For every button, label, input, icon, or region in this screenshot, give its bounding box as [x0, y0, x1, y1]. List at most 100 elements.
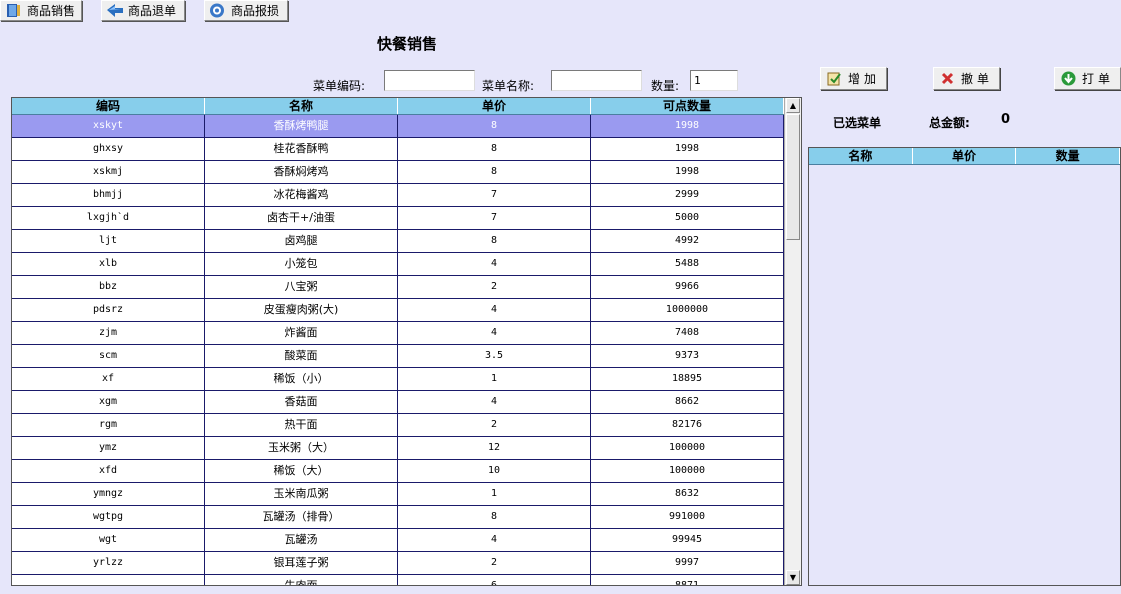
cell-price: 3.5 [398, 345, 591, 367]
return-icon [106, 3, 123, 18]
print-order-button[interactable]: 打单 [1054, 67, 1121, 90]
selected-column-qty[interactable]: 数量 [1016, 148, 1121, 164]
code-label: 菜单编码: [313, 79, 366, 93]
cell-name: 香菇面 [205, 391, 398, 413]
cell-available-qty: 5488 [591, 253, 784, 275]
table-row[interactable]: yrlzz 银耳莲子粥 2 9997 [12, 552, 784, 575]
cell-name: 银耳莲子粥 [205, 552, 398, 574]
table-row[interactable]: rgm 热干面 2 82176 [12, 414, 784, 437]
cell-price: 4 [398, 299, 591, 321]
product-damage-button[interactable]: 商品报损 [204, 0, 288, 21]
cell-code: xskyt [12, 115, 205, 137]
code-input[interactable] [384, 70, 475, 91]
cell-price: 2 [398, 414, 591, 436]
table-row[interactable]: lxgjh`d 卤杏干+/油蛋 7 5000 [12, 207, 784, 230]
cell-price: 8 [398, 230, 591, 252]
table-row[interactable]: bbz 八宝粥 2 9966 [12, 276, 784, 299]
product-return-button[interactable]: 商品退单 [101, 0, 185, 21]
cell-code: xfd [12, 460, 205, 482]
name-input[interactable] [551, 70, 642, 91]
download-arrow-icon [1061, 71, 1076, 86]
scroll-thumb[interactable] [786, 114, 800, 240]
selected-column-price[interactable]: 单价 [913, 148, 1017, 164]
cell-code: bbz [12, 276, 205, 298]
cell-price: 8 [398, 115, 591, 137]
cell-available-qty: 4992 [591, 230, 784, 252]
table-row[interactable]: wgtpg 瓦罐汤（排骨） 8 991000 [12, 506, 784, 529]
cell-available-qty: 1998 [591, 161, 784, 183]
vertical-scrollbar[interactable]: ▲ ▼ [784, 98, 801, 585]
book-icon [5, 3, 21, 18]
product-return-label: 商品退单 [128, 4, 177, 18]
product-sales-button[interactable]: 商品销售 [0, 0, 82, 21]
cell-price: 10 [398, 460, 591, 482]
cell-name: 酸菜面 [205, 345, 398, 367]
cell-code: scm [12, 345, 205, 367]
cell-code: bhmjj [12, 184, 205, 206]
selected-items-table[interactable]: 名称 单价 数量 [808, 147, 1121, 586]
cell-price: 2 [398, 276, 591, 298]
print-order-label: 打单 [1081, 72, 1114, 86]
add-check-icon [827, 71, 842, 86]
cell-available-qty: 9966 [591, 276, 784, 298]
column-header-code[interactable]: 编码 [12, 98, 205, 114]
qty-input[interactable] [690, 70, 738, 91]
cell-name: 八宝粥 [205, 276, 398, 298]
cell-code [12, 575, 205, 585]
column-header-price[interactable]: 单价 [398, 98, 591, 114]
table-row[interactable]: xfd 稀饭（大） 10 100000 [12, 460, 784, 483]
column-header-available-qty[interactable]: 可点数量 [591, 98, 784, 114]
cell-name: 卤鸡腿 [205, 230, 398, 252]
table-row[interactable]: xlb 小笼包 4 5488 [12, 253, 784, 276]
page-title: 快餐销售 [377, 35, 438, 53]
cell-price: 1 [398, 368, 591, 390]
total-amount-value: 0 [1001, 112, 1011, 127]
cell-code: xskmj [12, 161, 205, 183]
scroll-up-icon[interactable]: ▲ [786, 98, 800, 113]
cell-price: 1 [398, 483, 591, 505]
add-button[interactable]: 增加 [820, 67, 887, 90]
cell-available-qty: 8662 [591, 391, 784, 413]
table-row[interactable]: xf 稀饭（小） 1 18895 [12, 368, 784, 391]
cell-code: xgm [12, 391, 205, 413]
table-row[interactable]: ymz 玉米粥（大） 12 100000 [12, 437, 784, 460]
menu-table[interactable]: 编码 名称 单价 可点数量 xskyt 香酥烤鸭腿 8 1998 ghxsy 桂花香酥鸭 8… [11, 97, 802, 586]
cell-name: 香酥烤鸭腿 [205, 115, 398, 137]
cell-available-qty: 9997 [591, 552, 784, 574]
table-row[interactable]: ymngz 玉米南瓜粥 1 8632 [12, 483, 784, 506]
table-row[interactable]: xskmj 香酥焖烤鸡 8 1998 [12, 161, 784, 184]
menu-table-header: 编码 名称 单价 可点数量 [12, 98, 784, 115]
table-row[interactable]: pdsrz 皮蛋瘦肉粥(大) 4 1000000 [12, 299, 784, 322]
cell-price: 6 [398, 575, 591, 585]
cell-available-qty: 99945 [591, 529, 784, 551]
column-header-name[interactable]: 名称 [205, 98, 398, 114]
table-row[interactable]: xgm 香菇面 4 8662 [12, 391, 784, 414]
cell-price: 7 [398, 184, 591, 206]
cancel-order-label: 撤单 [960, 72, 993, 86]
table-row[interactable]: ljt 卤鸡腿 8 4992 [12, 230, 784, 253]
cell-code: ljt [12, 230, 205, 252]
cell-available-qty: 5000 [591, 207, 784, 229]
selected-column-name[interactable]: 名称 [809, 148, 913, 164]
cell-available-qty: 991000 [591, 506, 784, 528]
cancel-order-button[interactable]: 撤单 [933, 67, 1000, 90]
cell-price: 4 [398, 391, 591, 413]
table-row[interactable]: ghxsy 桂花香酥鸭 8 1998 [12, 138, 784, 161]
table-row[interactable]: zjm 炸酱面 4 7408 [12, 322, 784, 345]
table-row[interactable]: xskyt 香酥烤鸭腿 8 1998 [12, 115, 784, 138]
scroll-down-icon[interactable]: ▼ [786, 570, 800, 585]
cell-available-qty: 100000 [591, 460, 784, 482]
cell-code: wgt [12, 529, 205, 551]
cell-available-qty: 82176 [591, 414, 784, 436]
table-row[interactable]: bhmjj 冰花梅酱鸡 7 2999 [12, 184, 784, 207]
cell-available-qty: 100000 [591, 437, 784, 459]
cell-available-qty: 8632 [591, 483, 784, 505]
table-row[interactable]: wgt 瓦罐汤 4 99945 [12, 529, 784, 552]
cell-name: 瓦罐汤（排骨） [205, 506, 398, 528]
cell-name: 玉米粥（大） [205, 437, 398, 459]
qty-label: 数量: [651, 79, 680, 93]
table-row[interactable]: 牛肉面 6 8871 [12, 575, 784, 585]
product-damage-label: 商品报损 [231, 4, 280, 18]
cell-available-qty: 1998 [591, 115, 784, 137]
table-row[interactable]: scm 酸菜面 3.5 9373 [12, 345, 784, 368]
